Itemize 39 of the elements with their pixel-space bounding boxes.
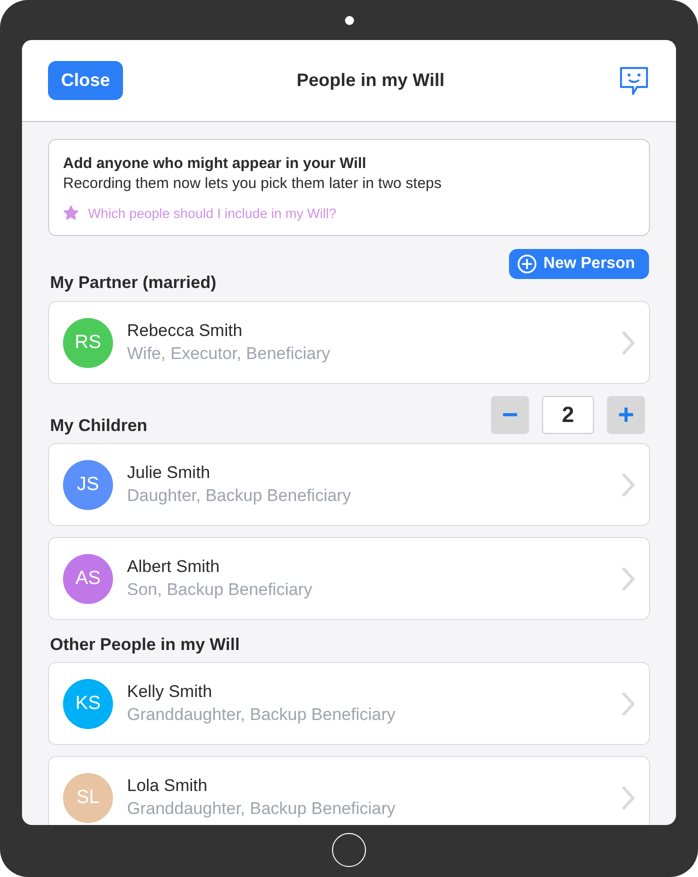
info-text: Recording them now lets you pick them later in two steps	[63, 175, 443, 192]
person-roles: Daughter, Backup Beneficiary	[127, 486, 352, 506]
person-card[interactable]: SL Lola Smith Granddaughter, Backup Beneficiary	[48, 756, 650, 825]
person-roles: Granddaughter, Backup Beneficiary	[127, 799, 396, 819]
page-title: People in my Will	[296, 70, 444, 91]
person-roles: Wife, Executor, Beneficiary	[127, 344, 332, 364]
person-card[interactable]: KS Kelly Smith Granddaughter, Backup Beneficiary	[48, 662, 650, 745]
section-title: My Children	[50, 416, 148, 436]
avatar: KS	[63, 678, 113, 728]
avatar: RS	[63, 318, 113, 368]
chevron-right-icon	[621, 784, 635, 810]
avatar: JS	[63, 460, 113, 510]
person-card[interactable]: AS Albert Smith Son, Backup Beneficiary	[48, 537, 650, 620]
person-roles: Son, Backup Beneficiary	[127, 580, 314, 600]
section-title: Other People in my Will	[50, 635, 240, 655]
chevron-right-icon	[621, 330, 635, 356]
avatar: AS	[63, 554, 113, 604]
chevron-right-icon	[621, 566, 635, 592]
person-name: Rebecca Smith	[127, 321, 244, 341]
camera-dot	[344, 16, 354, 25]
home-button[interactable]	[332, 833, 366, 867]
close-button[interactable]: Close	[48, 61, 124, 100]
person-name: Kelly Smith	[127, 682, 214, 702]
count-field[interactable]: 2	[542, 396, 594, 434]
chat-smiley-icon[interactable]	[618, 66, 650, 96]
info-heading: Add anyone who might appear in your Will	[63, 155, 368, 172]
plus-circle-icon	[517, 254, 538, 274]
avatar: SL	[63, 772, 113, 822]
new-person-button[interactable]: New Person	[509, 249, 649, 279]
chevron-right-icon	[621, 690, 635, 716]
person-card[interactable]: RS Rebecca Smith Wife, Executor, Beneficiary	[48, 301, 650, 384]
person-name: Albert Smith	[127, 557, 221, 577]
person-card[interactable]: JS Julie Smith Daughter, Backup Beneficiary	[48, 443, 650, 526]
chevron-right-icon	[621, 472, 635, 498]
person-name: Lola Smith	[127, 776, 208, 796]
star-icon	[63, 205, 79, 221]
person-roles: Granddaughter, Backup Beneficiary	[127, 705, 396, 725]
section-title: My Partner (married)	[50, 273, 216, 293]
person-name: Julie Smith	[127, 463, 212, 483]
